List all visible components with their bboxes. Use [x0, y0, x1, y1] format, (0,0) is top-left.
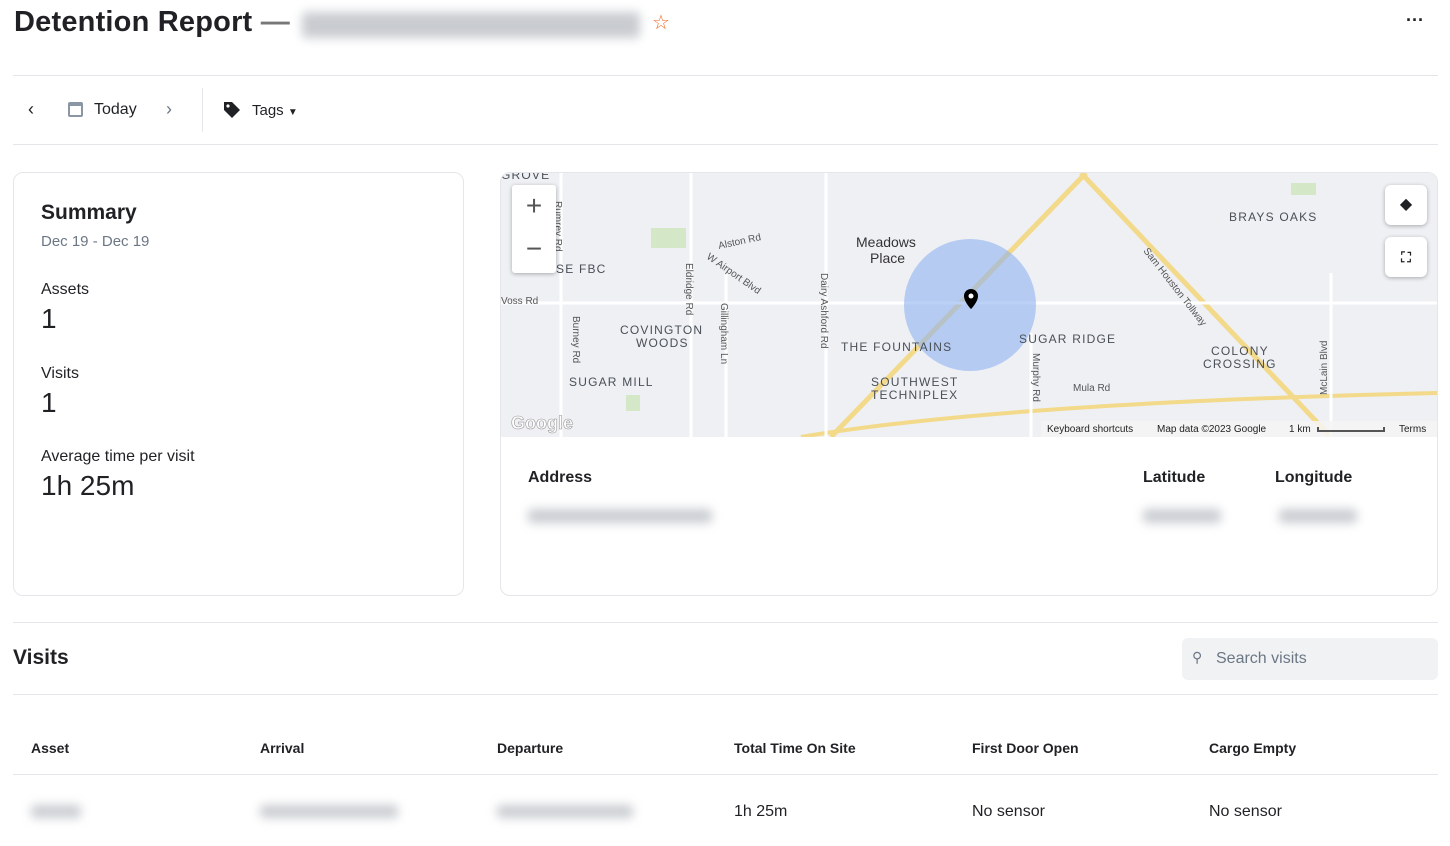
divider [13, 694, 1438, 695]
map[interactable]: GROVE Meadows Place BRAYS OAKS SE FBC CO… [501, 173, 1438, 437]
divider [13, 774, 1438, 775]
prev-date-button[interactable]: ‹ [28, 99, 34, 120]
latitude-value-redacted [1143, 509, 1221, 523]
zoom-out-button[interactable]: − [512, 229, 556, 273]
google-logo: Google [511, 413, 573, 433]
first-door-open-cell: No sensor [972, 803, 1045, 820]
tag-icon [224, 102, 240, 118]
map-label: THE FOUNTAINS [841, 340, 952, 354]
road-label: Eldridge Rd [683, 263, 694, 315]
road-label: McLain Blvd [1319, 341, 1330, 395]
divider [202, 88, 203, 132]
map-label: SOUTHWEST [871, 375, 958, 389]
map-label: BRAYS OAKS [1229, 210, 1317, 224]
next-date-button[interactable]: › [166, 99, 172, 120]
layers-icon: ◆ [1399, 196, 1413, 213]
fullscreen-icon: ⛶ [1401, 249, 1411, 265]
longitude-value-redacted [1279, 509, 1357, 523]
location-name-redacted [302, 12, 640, 38]
longitude-label: Longitude [1275, 469, 1353, 486]
page-title: Detention Report — [14, 6, 290, 38]
divider [13, 622, 1438, 623]
address-label: Address [528, 469, 593, 486]
more-menu-button[interactable]: ··· [1406, 10, 1424, 31]
map-layers-button[interactable]: ◆ [1385, 185, 1427, 225]
date-picker-button[interactable]: Today [94, 101, 137, 119]
asset-redacted [31, 805, 81, 818]
summary-card: Summary Dec 19 - Dec 19 Assets 1 Visits … [13, 172, 464, 596]
map-label: COVINGTON [620, 323, 703, 337]
assets-label: Assets [41, 281, 90, 298]
map-label: SUGAR RIDGE [1019, 332, 1116, 346]
visits-value: 1 [41, 387, 57, 418]
road-label: Voss Rd [501, 296, 538, 307]
map-label: WOODS [636, 336, 689, 350]
divider [13, 75, 1438, 76]
calendar-icon [68, 102, 83, 117]
summary-date-range: Dec 19 - Dec 19 [41, 233, 150, 250]
search-visits-input[interactable]: ⚲ Search visits [1182, 638, 1438, 680]
search-placeholder: Search visits [1216, 650, 1307, 667]
map-label: SE FBC [556, 262, 607, 276]
terms-link[interactable]: Terms [1399, 424, 1426, 435]
column-header-total-time[interactable]: Total Time On Site [734, 740, 856, 756]
road-label: Mula Rd [1073, 383, 1110, 394]
keyboard-shortcuts-link[interactable]: Keyboard shortcuts [1047, 424, 1133, 435]
map-label: GROVE [501, 173, 550, 182]
fullscreen-button[interactable]: ⛶ [1385, 237, 1427, 277]
search-icon: ⚲ [1192, 649, 1203, 665]
map-label: Meadows [856, 234, 916, 250]
visits-title: Visits [13, 646, 69, 669]
column-header-departure[interactable]: Departure [497, 740, 563, 756]
arrival-redacted [260, 805, 398, 818]
column-header-first-door-open[interactable]: First Door Open [972, 740, 1079, 756]
avg-time-value: 1h 25m [41, 470, 135, 501]
map-label: CROSSING [1203, 357, 1277, 371]
map-scale: 1 km [1289, 424, 1311, 435]
map-label: TECHNIPLEX [871, 388, 958, 402]
location-card: GROVE Meadows Place BRAYS OAKS SE FBC CO… [500, 172, 1438, 596]
zoom-in-button[interactable]: + [512, 185, 556, 229]
tags-dropdown[interactable]: Tags ▼ [252, 102, 298, 119]
total-time-cell: 1h 25m [734, 803, 788, 820]
cargo-empty-cell: No sensor [1209, 803, 1282, 820]
column-header-arrival[interactable]: Arrival [260, 740, 304, 756]
favorite-star-icon[interactable]: ☆ [652, 10, 670, 35]
road-label: Gillingham Ln [718, 303, 729, 364]
visits-label: Visits [41, 365, 79, 382]
road-label: Murphy Rd [1030, 353, 1041, 402]
address-value-redacted [528, 509, 712, 523]
map-label: Place [870, 250, 905, 266]
divider [13, 144, 1438, 145]
column-header-cargo-empty[interactable]: Cargo Empty [1209, 740, 1296, 756]
avg-time-label: Average time per visit [41, 448, 195, 465]
zoom-controls: + − [512, 185, 556, 273]
summary-title: Summary [41, 201, 137, 224]
road-label: Burney Rd [570, 316, 581, 363]
map-data-attribution: Map data ©2023 Google [1157, 424, 1267, 435]
column-header-asset[interactable]: Asset [31, 740, 69, 756]
departure-redacted [497, 805, 633, 818]
latitude-label: Latitude [1143, 469, 1206, 486]
map-label: SUGAR MILL [569, 375, 654, 389]
map-label: COLONY [1211, 344, 1269, 358]
road-label: Dairy Ashford Rd [818, 273, 829, 349]
assets-value: 1 [41, 303, 57, 334]
